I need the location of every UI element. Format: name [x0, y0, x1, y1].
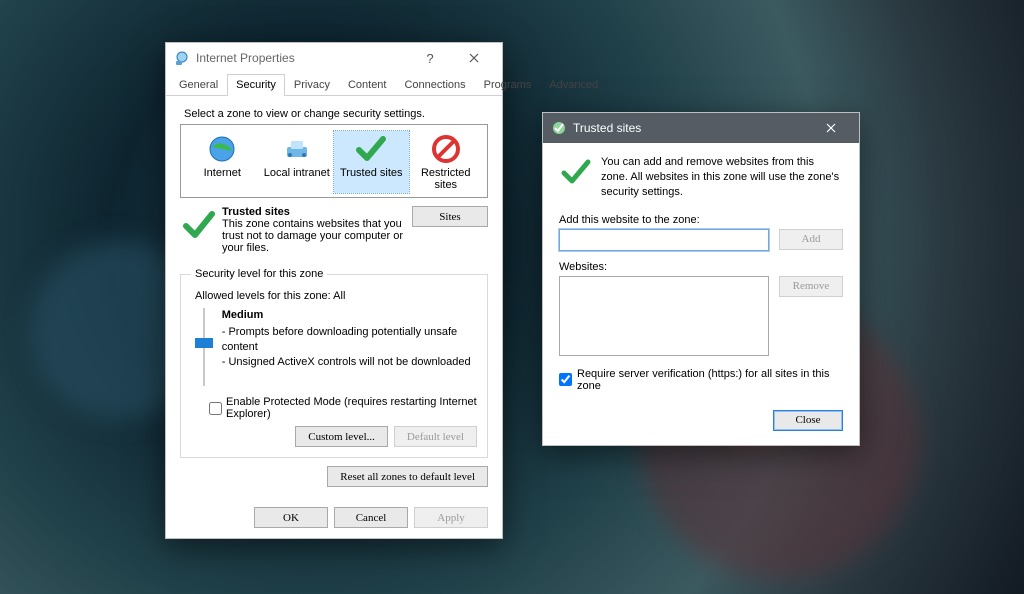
checkmark-icon	[561, 157, 591, 187]
tab-advanced[interactable]: Advanced	[540, 74, 607, 96]
zone-label: Internet	[204, 167, 241, 179]
tab-privacy[interactable]: Privacy	[285, 74, 339, 96]
trusted-sites-icon	[551, 120, 567, 136]
internet-properties-dialog: Internet Properties ? General Security P…	[165, 42, 503, 539]
security-level-legend: Security level for this zone	[191, 268, 327, 280]
add-button: Add	[779, 229, 843, 250]
zone-instruction: Select a zone to view or change security…	[184, 108, 488, 120]
allowed-levels-text: Allowed levels for this zone: All	[195, 290, 477, 302]
tab-strip: General Security Privacy Content Connect…	[166, 73, 502, 96]
cancel-button[interactable]: Cancel	[334, 507, 408, 528]
zone-description-body: This zone contains websites that you tru…	[222, 218, 406, 254]
zone-description-title: Trusted sites	[222, 206, 290, 218]
globe-icon	[206, 133, 238, 165]
zone-label: Local intranet	[264, 167, 330, 179]
level-line-2: - Unsigned ActiveX controls will not be …	[222, 355, 477, 370]
checkmark-icon	[355, 133, 387, 165]
dialog-title: Internet Properties	[196, 51, 408, 65]
require-https-checkbox[interactable]	[559, 373, 572, 386]
add-website-label: Add this website to the zone:	[559, 214, 843, 226]
require-https-row[interactable]: Require server verification (https:) for…	[559, 368, 843, 392]
zone-restricted-sites[interactable]: Restricted sites	[409, 131, 484, 193]
ok-button[interactable]: OK	[254, 507, 328, 528]
checkmark-icon	[182, 208, 216, 242]
intro-text: You can add and remove websites from thi…	[601, 155, 843, 200]
close-dialog-button[interactable]: Close	[773, 410, 843, 431]
level-name: Medium	[222, 308, 477, 323]
level-line-1: - Prompts before downloading potentially…	[222, 325, 477, 355]
dialog-footer: OK Cancel Apply	[166, 497, 502, 538]
tab-connections[interactable]: Connections	[395, 74, 474, 96]
security-level-group: Security level for this zone Allowed lev…	[180, 268, 488, 458]
add-website-input[interactable]	[559, 229, 769, 251]
zone-internet[interactable]: Internet	[185, 131, 260, 193]
security-level-description: Medium - Prompts before downloading pote…	[222, 308, 477, 386]
close-button[interactable]	[452, 44, 496, 72]
security-level-slider[interactable]	[195, 308, 212, 386]
tab-security[interactable]: Security	[227, 74, 285, 96]
default-level-button: Default level	[394, 426, 477, 447]
tab-programs[interactable]: Programs	[475, 74, 541, 96]
titlebar[interactable]: Internet Properties ?	[166, 43, 502, 73]
zone-trusted-sites[interactable]: Trusted sites	[334, 131, 409, 193]
websites-label: Websites:	[559, 261, 843, 273]
help-button[interactable]: ?	[408, 44, 452, 72]
protected-mode-checkbox[interactable]	[209, 402, 222, 415]
titlebar[interactable]: Trusted sites	[543, 113, 859, 143]
tab-general[interactable]: General	[170, 74, 227, 96]
protected-mode-label: Enable Protected Mode (requires restarti…	[226, 396, 477, 420]
websites-listbox[interactable]	[559, 276, 769, 356]
zone-description: Trusted sites This zone contains website…	[222, 206, 406, 254]
dialog-title: Trusted sites	[573, 121, 809, 135]
reset-zones-button[interactable]: Reset all zones to default level	[327, 466, 488, 487]
trusted-sites-dialog: Trusted sites You can add and remove web…	[542, 112, 860, 446]
protected-mode-checkbox-row[interactable]: Enable Protected Mode (requires restarti…	[209, 396, 477, 420]
zone-local-intranet[interactable]: Local intranet	[260, 131, 335, 193]
zone-label: Restricted sites	[421, 167, 471, 191]
zone-label: Trusted sites	[340, 167, 403, 179]
intranet-icon	[281, 133, 313, 165]
apply-button: Apply	[414, 507, 488, 528]
require-https-label: Require server verification (https:) for…	[577, 368, 843, 392]
sites-button[interactable]: Sites	[412, 206, 488, 227]
internet-options-icon	[174, 50, 190, 66]
tab-content[interactable]: Content	[339, 74, 396, 96]
close-button[interactable]	[809, 114, 853, 142]
custom-level-button[interactable]: Custom level...	[295, 426, 388, 447]
remove-button: Remove	[779, 276, 843, 297]
zone-list: Internet Local intranet Trusted sites Re…	[180, 124, 488, 198]
restricted-icon	[430, 133, 462, 165]
